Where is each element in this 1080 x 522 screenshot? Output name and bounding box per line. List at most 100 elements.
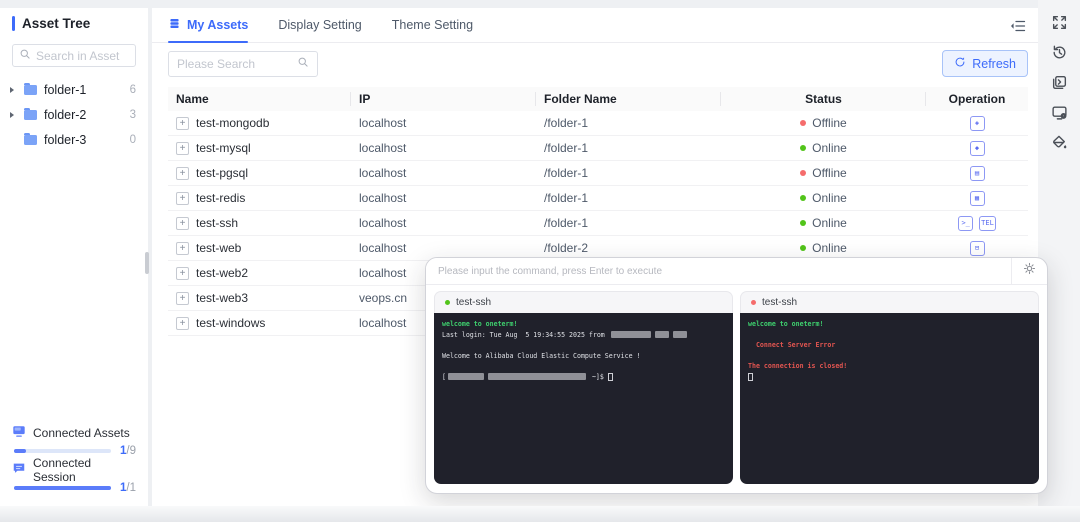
terminal-pane: test-sshwelcome to oneterm! Connect Serv… bbox=[740, 291, 1039, 484]
refresh-icon bbox=[954, 56, 972, 71]
table-row[interactable]: +test-sshlocalhost/folder-1Online>_TEL bbox=[168, 211, 1028, 236]
tabs-container: My Assets Display Setting Theme Setting bbox=[168, 8, 503, 42]
cell-ip: localhost bbox=[351, 161, 536, 185]
tab-label: Display Setting bbox=[278, 18, 361, 32]
expand-caret-icon[interactable] bbox=[10, 112, 20, 118]
refresh-label: Refresh bbox=[972, 57, 1016, 71]
folder-tree: folder-16folder-23folder-30 bbox=[0, 77, 148, 152]
terminal-line: welcome to oneterm! bbox=[442, 319, 725, 330]
mongodb-connect-icon[interactable]: ◈ bbox=[970, 116, 985, 131]
table-row[interactable]: +test-pgsqllocalhost/folder-1Offline▤ bbox=[168, 161, 1028, 186]
progress-fill bbox=[14, 449, 26, 453]
terminal-tab[interactable]: test-ssh bbox=[434, 291, 733, 313]
stat-total-value: /1 bbox=[126, 482, 136, 494]
status-dot bbox=[800, 120, 806, 126]
progress-fill bbox=[14, 486, 111, 490]
redis-connect-icon[interactable]: ▦ bbox=[970, 191, 985, 206]
display-settings-icon[interactable] bbox=[1051, 104, 1068, 121]
folder-asset-count: 0 bbox=[130, 134, 136, 146]
terminal-line: The connection is closed! bbox=[748, 361, 1031, 372]
fullscreen-icon[interactable] bbox=[1051, 14, 1068, 31]
menu-collapse-icon[interactable] bbox=[1010, 18, 1026, 34]
cell-ip: localhost bbox=[351, 111, 536, 135]
asset-search-box[interactable] bbox=[12, 44, 136, 67]
terminal-settings-button[interactable] bbox=[1011, 258, 1047, 284]
terminal-text: welcome to oneterm! bbox=[442, 320, 517, 328]
session-history-icon[interactable] bbox=[1051, 44, 1068, 61]
expand-row-icon[interactable]: + bbox=[176, 192, 189, 205]
sidebar-resize-handle[interactable] bbox=[145, 252, 149, 274]
terminal-line bbox=[442, 340, 725, 351]
folder-label: folder-3 bbox=[44, 133, 130, 147]
cell-name: + test-web3 bbox=[168, 286, 351, 310]
gear-icon bbox=[1023, 262, 1036, 280]
stat-label: Connected Assets bbox=[33, 426, 130, 440]
redacted-text bbox=[448, 373, 484, 380]
caret-triangle bbox=[10, 112, 14, 118]
terminal-output[interactable]: welcome to oneterm! Last login: Tue Aug 5… bbox=[434, 313, 733, 484]
status-text: Online bbox=[812, 216, 847, 230]
terminal-tab[interactable]: test-ssh bbox=[740, 291, 1039, 313]
terminal-text: ~]$ bbox=[588, 373, 608, 381]
tab-bar: My Assets Display Setting Theme Setting bbox=[152, 8, 1038, 43]
cell-name: +test-windows bbox=[168, 311, 351, 335]
tab-my-assets[interactable]: My Assets bbox=[168, 8, 248, 42]
sidebar-folder-item[interactable]: folder-30 bbox=[0, 127, 148, 152]
refresh-button[interactable]: Refresh bbox=[942, 50, 1028, 77]
command-input[interactable] bbox=[426, 258, 1011, 284]
expand-row-icon[interactable]: + bbox=[176, 242, 189, 255]
table-search-input[interactable] bbox=[177, 57, 297, 71]
cell-operation: ▤ bbox=[926, 161, 1028, 185]
tab-display-setting[interactable]: Display Setting bbox=[278, 8, 361, 42]
expand-row-icon[interactable]: + bbox=[176, 142, 189, 155]
table-search-box[interactable] bbox=[168, 51, 318, 77]
status-text: Online bbox=[812, 241, 847, 255]
asset-search-input[interactable] bbox=[36, 49, 129, 63]
connection-stats: Connected Assets1/9Connected Session1/1 bbox=[12, 420, 136, 494]
telnet-icon[interactable]: TEL bbox=[979, 216, 996, 231]
cell-folder-name: /folder-1 bbox=[536, 186, 721, 210]
sidebar-title: Asset Tree bbox=[22, 16, 90, 31]
terminal-line: Welcome to Alibaba Cloud Elastic Compute… bbox=[442, 351, 725, 362]
ssh-terminal-icon[interactable]: >_ bbox=[958, 216, 973, 231]
column-header-ip: IP bbox=[351, 87, 536, 111]
expand-caret-icon[interactable] bbox=[10, 87, 20, 93]
theme-paint-icon[interactable] bbox=[1051, 134, 1068, 151]
status-text: Online bbox=[812, 191, 847, 205]
folder-icon bbox=[24, 135, 37, 145]
table-row[interactable]: +test-redislocalhost/folder-1Online▦ bbox=[168, 186, 1028, 211]
cell-operation: ◈ bbox=[926, 111, 1028, 135]
expand-row-icon[interactable]: + bbox=[176, 167, 189, 180]
terminal-window-icon[interactable] bbox=[1051, 74, 1068, 91]
oneterm-workspace: Asset Tree folder-16folder-23folder-30 C… bbox=[0, 0, 1080, 522]
terminal-output[interactable]: welcome to oneterm! Connect Server Error… bbox=[740, 313, 1039, 484]
expand-row-icon[interactable]: + bbox=[176, 292, 189, 305]
expand-row-icon[interactable]: + bbox=[176, 217, 189, 230]
expand-row-icon[interactable]: + bbox=[176, 267, 189, 280]
cell-status: Online bbox=[721, 186, 926, 210]
progress-track bbox=[14, 486, 111, 490]
asset-name: test-mysql bbox=[196, 141, 251, 155]
table-row[interactable]: +test-mysqllocalhost/folder-1Online◆ bbox=[168, 136, 1028, 161]
expand-row-icon[interactable]: + bbox=[176, 117, 189, 130]
web-browser-icon[interactable]: ⊟ bbox=[970, 241, 985, 256]
terminal-text: Last login: Tue Aug 5 19:34:55 2025 from bbox=[442, 331, 609, 339]
expand-row-icon[interactable]: + bbox=[176, 317, 189, 330]
mysql-connect-icon[interactable]: ◆ bbox=[970, 141, 985, 156]
pgsql-connect-icon[interactable]: ▤ bbox=[970, 166, 985, 181]
tab-label: Theme Setting bbox=[392, 18, 473, 32]
terminal-line: [ ~]$ bbox=[442, 372, 725, 383]
terminal-tab-status-dot bbox=[445, 300, 450, 305]
table-row[interactable]: +test-mongodblocalhost/folder-1Offline◈ bbox=[168, 111, 1028, 136]
tab-theme-setting[interactable]: Theme Setting bbox=[392, 8, 473, 42]
status-dot bbox=[800, 245, 806, 251]
folder-icon bbox=[24, 110, 37, 120]
terminal-pane: test-ssh welcome to oneterm! Last login: T… bbox=[434, 291, 733, 484]
chat-icon bbox=[12, 461, 26, 480]
cell-folder-name: /folder-1 bbox=[536, 211, 721, 235]
sidebar-folder-item[interactable]: folder-23 bbox=[0, 102, 148, 127]
terminal-line bbox=[748, 372, 1031, 383]
asset-name: test-web2 bbox=[196, 266, 248, 280]
sidebar-folder-item[interactable]: folder-16 bbox=[0, 77, 148, 102]
asset-name: test-web3 bbox=[196, 291, 248, 305]
